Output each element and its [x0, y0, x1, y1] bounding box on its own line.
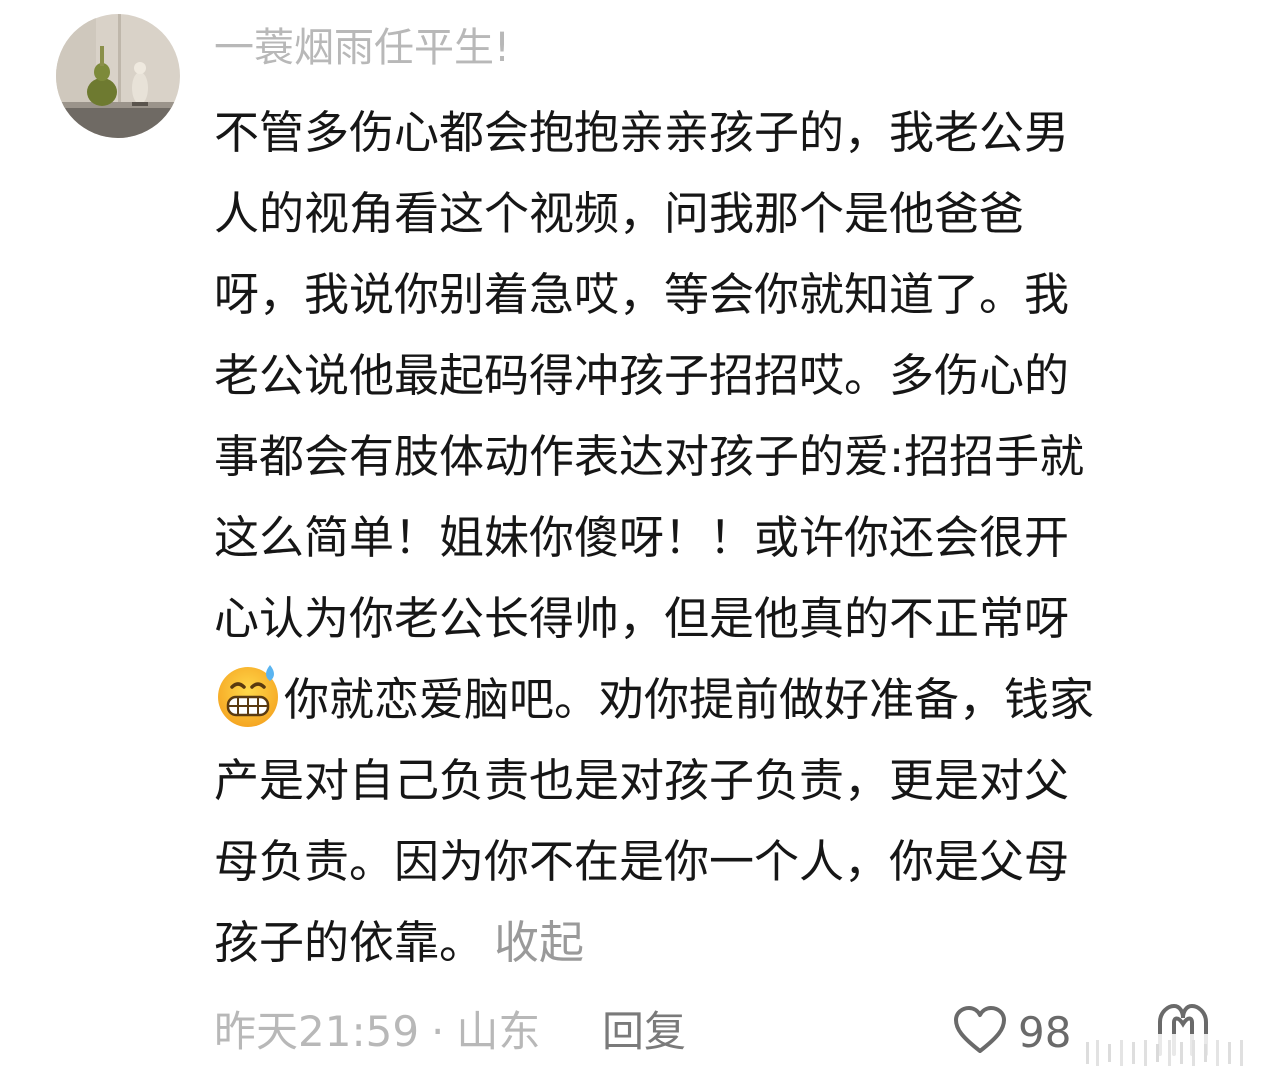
comment-line: 人的视角看这个视频，问我那个是他爸爸: [214, 187, 1025, 240]
comment-line: 呀，我说你别着急哎，等会你就知道了。我: [214, 268, 1070, 321]
comment-last-line: 孩子的依靠。 收起: [214, 902, 1224, 983]
heart-icon: [952, 1005, 1008, 1059]
grimacing-sweat-emoji: [214, 661, 282, 729]
collapse-link[interactable]: 收起: [494, 916, 584, 969]
avatar[interactable]: [56, 14, 180, 138]
comment-line-text: 你就恋爱脑吧。劝你提前做好准备，钱家: [284, 673, 1095, 726]
comment-line: 事都会有肢体动作表达对孩子的爱:招招手就: [214, 430, 1085, 483]
watermark-overlay: [1080, 1034, 1252, 1072]
separator: ·: [431, 1007, 445, 1056]
username[interactable]: 一蓑烟雨任平生!: [214, 20, 510, 76]
comment-line: 产是对自己负责也是对孩子负责，更是对父: [214, 754, 1070, 807]
comment-line-text: 孩子的依靠。: [214, 916, 485, 969]
location: 山东: [456, 1007, 541, 1056]
comment-line: 老公说他最起码得冲孩子招招哎。多伤心的: [214, 349, 1070, 402]
like-button[interactable]: 98: [952, 1002, 1071, 1062]
comment-line: 心认为你老公长得帅，但是他真的不正常呀: [214, 592, 1070, 645]
reply-button[interactable]: 回复: [602, 1004, 686, 1060]
comment-line: 不管多伤心都会抱抱亲亲孩子的，我老公男: [214, 106, 1070, 159]
comment-line: 这么简单！姐妹你傻呀！！或许你还会很开: [214, 511, 1070, 564]
comment-meta: 昨天21:59 · 山东: [214, 1004, 540, 1060]
like-count: 98: [1018, 1007, 1072, 1057]
timestamp: 昨天21:59: [214, 1007, 420, 1056]
comment-line-with-emoji: 你就恋爱脑吧。劝你提前做好准备，钱家: [214, 659, 1224, 740]
comment-text: 不管多伤心都会抱抱亲亲孩子的，我老公男 人的视角看这个视频，问我那个是他爸爸 呀…: [214, 92, 1224, 983]
comment-line: 母负责。因为你不在是你一个人，你是父母: [214, 835, 1070, 888]
